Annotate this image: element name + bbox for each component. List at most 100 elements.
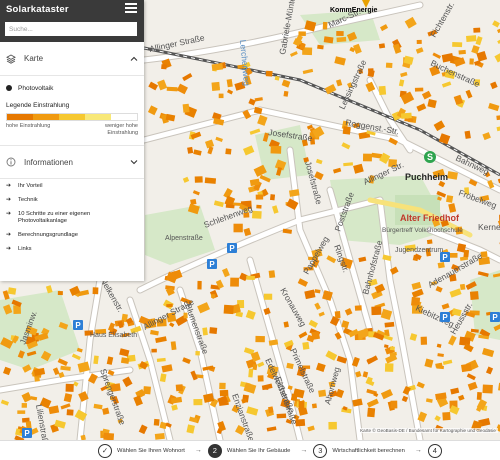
building-roof[interactable] (378, 85, 387, 96)
building-roof[interactable] (154, 433, 165, 440)
building-roof[interactable] (161, 364, 173, 373)
building-roof[interactable] (308, 319, 318, 328)
building-roof[interactable] (404, 16, 417, 29)
building-roof[interactable] (297, 278, 308, 287)
building-roof[interactable] (21, 391, 32, 403)
building-roof[interactable] (482, 132, 491, 141)
building-roof[interactable] (57, 358, 68, 366)
building-roof[interactable] (276, 413, 287, 419)
building-roof[interactable] (138, 424, 148, 435)
building-roof[interactable] (161, 64, 167, 70)
building-roof[interactable] (281, 79, 291, 88)
building-roof[interactable] (71, 353, 81, 361)
building-roof[interactable] (467, 381, 478, 391)
building-roof[interactable] (302, 341, 310, 350)
building-roof[interactable] (465, 89, 473, 99)
building-roof[interactable] (326, 255, 337, 264)
building-roof[interactable] (269, 194, 276, 201)
building-roof[interactable] (334, 56, 346, 66)
building-roof[interactable] (450, 387, 460, 395)
building-roof[interactable] (362, 153, 372, 162)
building-roof[interactable] (466, 35, 477, 42)
building-roof[interactable] (471, 45, 480, 54)
building-roof[interactable] (65, 383, 74, 392)
building-roof[interactable] (378, 43, 386, 49)
building-roof[interactable] (194, 176, 203, 183)
building-roof[interactable] (380, 24, 389, 32)
building-roof[interactable] (458, 49, 466, 55)
step-3[interactable]: 3 Wirtschaftlichkeit berechnen (313, 443, 405, 458)
building-roof[interactable] (246, 275, 255, 281)
building-roof[interactable] (400, 71, 408, 78)
building-roof[interactable] (60, 403, 71, 410)
building-roof[interactable] (336, 36, 347, 43)
building-roof[interactable] (328, 421, 337, 430)
building-roof[interactable] (254, 97, 263, 102)
building-roof[interactable] (390, 400, 398, 409)
building-roof[interactable] (257, 375, 264, 382)
building-roof[interactable] (496, 126, 500, 132)
building-roof[interactable] (176, 83, 188, 95)
building-roof[interactable] (45, 285, 53, 294)
building-roof[interactable] (283, 90, 289, 97)
building-roof[interactable] (266, 426, 277, 432)
building-roof[interactable] (415, 47, 424, 54)
building-roof[interactable] (211, 294, 216, 299)
building-roof[interactable] (186, 424, 195, 434)
building-roof[interactable] (7, 287, 17, 295)
chevron-down-icon[interactable] (130, 158, 138, 166)
building-roof[interactable] (283, 321, 289, 328)
building-roof[interactable] (17, 410, 26, 414)
building-roof[interactable] (166, 86, 178, 92)
building-roof[interactable] (182, 103, 190, 113)
building-roof[interactable] (102, 407, 110, 415)
building-roof[interactable] (21, 403, 27, 408)
info-link-label[interactable]: 10 Schritte zu einer eigenen Photovoltai… (18, 211, 138, 225)
building-roof[interactable] (314, 302, 321, 310)
building-roof[interactable] (226, 79, 233, 88)
building-roof[interactable] (60, 365, 71, 371)
building-roof[interactable] (366, 355, 379, 365)
info-link-berechnungsgrundlage[interactable]: ➔ Berechnungsgrundlage (6, 232, 138, 239)
building-roof[interactable] (106, 356, 114, 365)
building-roof[interactable] (302, 68, 314, 75)
building-roof[interactable] (233, 223, 243, 233)
building-roof[interactable] (358, 256, 367, 263)
building-roof[interactable] (459, 283, 466, 291)
building-roof[interactable] (469, 291, 479, 300)
building-roof[interactable] (315, 362, 326, 372)
step-2[interactable]: 2 Wählen Sie Ihr Gebäude (207, 443, 290, 458)
building-roof[interactable] (103, 432, 115, 440)
building-roof[interactable] (265, 70, 273, 77)
building-roof[interactable] (426, 239, 433, 245)
building-roof[interactable] (409, 333, 418, 341)
building-roof[interactable] (48, 405, 60, 415)
building-roof[interactable] (332, 167, 342, 174)
building-roof[interactable] (476, 50, 488, 62)
building-roof[interactable] (385, 62, 393, 69)
building-roof[interactable] (157, 79, 168, 91)
building-roof[interactable] (223, 304, 234, 315)
building-roof[interactable] (156, 357, 166, 362)
building-roof[interactable] (219, 382, 226, 390)
building-roof[interactable] (0, 399, 9, 406)
building-roof[interactable] (311, 403, 317, 409)
building-roof[interactable] (175, 384, 184, 392)
building-roof[interactable] (143, 386, 151, 395)
building-roof[interactable] (76, 347, 83, 353)
building-roof[interactable] (371, 306, 382, 316)
building-roof[interactable] (197, 280, 202, 290)
building-roof[interactable] (414, 87, 424, 92)
building-roof[interactable] (148, 81, 159, 91)
building-roof[interactable] (437, 261, 445, 269)
building-roof[interactable] (182, 73, 193, 82)
building-roof[interactable] (416, 39, 422, 44)
building-roof[interactable] (389, 346, 395, 351)
building-roof[interactable] (298, 400, 305, 410)
building-roof[interactable] (120, 357, 130, 364)
building-roof[interactable] (133, 395, 143, 407)
building-roof[interactable] (492, 20, 500, 28)
building-roof[interactable] (226, 89, 234, 95)
building-roof[interactable] (353, 163, 364, 174)
building-roof[interactable] (449, 253, 458, 258)
